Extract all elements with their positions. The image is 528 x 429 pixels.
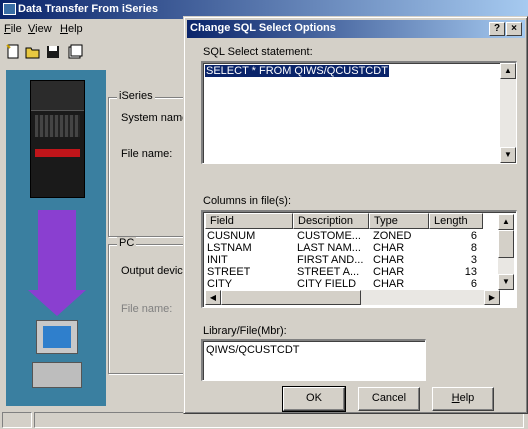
library-file-field[interactable]: QIWS/QCUSTCDT bbox=[201, 339, 426, 381]
pc-group-label: PC bbox=[117, 237, 137, 249]
column-header-length[interactable]: Length bbox=[429, 213, 483, 229]
sql-statement-text[interactable]: SELECT * FROM QIWS/QCUSTCDT bbox=[205, 65, 389, 77]
scroll-down-icon[interactable]: ▼ bbox=[500, 147, 516, 163]
bg-window-title: Data Transfer From iSeries bbox=[18, 3, 159, 15]
table-row[interactable]: CUSNUM CUSTOME... ZONED 6 bbox=[205, 230, 483, 242]
table-row[interactable]: CITY CITY FIELD CHAR 6 bbox=[205, 278, 483, 290]
table-row[interactable]: LSTNAM LAST NAM... CHAR 8 bbox=[205, 242, 483, 254]
column-header-type[interactable]: Type bbox=[369, 213, 429, 229]
new-icon[interactable] bbox=[4, 43, 22, 61]
iseries-group-label: iSeries bbox=[117, 90, 155, 102]
arrow-head bbox=[28, 290, 86, 316]
library-file-value: QIWS/QCUSTCDT bbox=[206, 344, 300, 356]
table-row[interactable]: INIT FIRST AND... CHAR 3 bbox=[205, 254, 483, 266]
save-icon[interactable] bbox=[44, 43, 62, 61]
columns-list[interactable]: Field Description Type Length CUSNUM CUS… bbox=[201, 210, 517, 308]
menu-help[interactable]: Help bbox=[60, 23, 83, 35]
sql-statement-label: SQL Select statement: bbox=[203, 46, 313, 58]
scroll-down-icon[interactable]: ▼ bbox=[498, 274, 514, 290]
iseries-server-image bbox=[30, 80, 85, 198]
app-icon bbox=[3, 3, 16, 15]
dialog-title: Change SQL Select Options bbox=[190, 22, 336, 34]
pc-group: PC Output devic File name: bbox=[108, 237, 188, 374]
pc-file-name-label: File name: bbox=[121, 303, 173, 315]
columns-vertical-scrollbar[interactable]: ▲ ▼ bbox=[498, 214, 514, 290]
menu-bar: File View Help bbox=[0, 20, 185, 38]
iseries-file-name-label: File name: bbox=[121, 148, 173, 160]
system-name-label: System name bbox=[121, 112, 189, 124]
help-button[interactable]: Help bbox=[432, 387, 494, 411]
scroll-thumb[interactable] bbox=[498, 230, 514, 258]
properties-icon[interactable] bbox=[66, 43, 84, 61]
scroll-up-icon[interactable]: ▲ bbox=[498, 214, 514, 230]
open-icon[interactable] bbox=[24, 43, 42, 61]
sql-statement-textarea[interactable]: SELECT * FROM QIWS/QCUSTCDT ▲ ▼ bbox=[201, 61, 517, 164]
menu-file[interactable]: File bbox=[4, 23, 22, 35]
close-button[interactable]: × bbox=[506, 22, 522, 36]
scroll-up-icon[interactable]: ▲ bbox=[500, 63, 516, 79]
pc-image bbox=[32, 320, 82, 394]
download-arrow bbox=[38, 210, 76, 290]
column-header-description[interactable]: Description bbox=[293, 213, 369, 229]
column-header-field[interactable]: Field bbox=[205, 213, 293, 229]
scroll-thumb[interactable] bbox=[221, 290, 361, 305]
output-device-label: Output devic bbox=[121, 265, 183, 277]
columns-horizontal-scrollbar[interactable]: ◀ ▶ bbox=[205, 290, 500, 305]
table-row[interactable]: STREET STREET A... CHAR 13 bbox=[205, 266, 483, 278]
dialog-title-bar[interactable]: Change SQL Select Options ? × bbox=[187, 20, 525, 38]
cancel-button[interactable]: Cancel bbox=[358, 387, 420, 411]
toolbar bbox=[0, 40, 185, 66]
menu-view[interactable]: View bbox=[28, 23, 52, 35]
library-file-label: Library/File(Mbr): bbox=[203, 325, 287, 337]
change-sql-select-options-dialog: Change SQL Select Options ? × SQL Select… bbox=[183, 16, 528, 414]
scroll-left-icon[interactable]: ◀ bbox=[205, 290, 221, 305]
scroll-right-icon[interactable]: ▶ bbox=[484, 290, 500, 305]
columns-label: Columns in file(s): bbox=[203, 195, 292, 207]
sql-vertical-scrollbar[interactable]: ▲ ▼ bbox=[500, 63, 516, 163]
transfer-illustration bbox=[6, 70, 106, 406]
ok-button[interactable]: OK bbox=[282, 386, 346, 412]
iseries-group: iSeries System name File name: bbox=[108, 90, 189, 237]
context-help-button[interactable]: ? bbox=[489, 22, 505, 36]
